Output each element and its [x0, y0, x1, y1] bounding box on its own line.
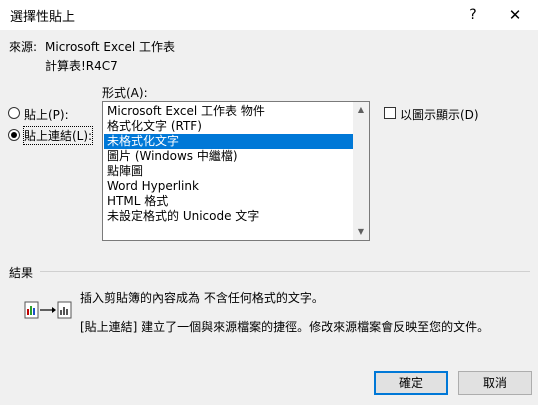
format-item[interactable]: HTML 格式 — [104, 194, 356, 209]
format-list-items: Microsoft Excel 工作表 物件 格式化文字 (RTF) 未格式化文… — [104, 104, 356, 224]
format-listbox[interactable]: Microsoft Excel 工作表 物件 格式化文字 (RTF) 未格式化文… — [102, 101, 370, 241]
format-item[interactable]: 圖片 (Windows 中繼檔) — [104, 149, 356, 164]
help-button[interactable]: ? — [458, 0, 488, 30]
ok-button[interactable]: 確定 — [374, 371, 448, 395]
format-item[interactable]: 未設定格式的 Unicode 文字 — [104, 209, 356, 224]
source-range: 計算表!R4C7 — [45, 59, 118, 73]
paste-link-radio[interactable] — [8, 129, 20, 141]
result-heading: 結果 — [9, 266, 34, 280]
format-item[interactable]: Microsoft Excel 工作表 物件 — [104, 104, 356, 119]
scroll-down-arrow-icon[interactable]: ▼ — [353, 224, 369, 240]
format-item[interactable]: 點陣圖 — [104, 164, 356, 179]
format-item[interactable]: Word Hyperlink — [104, 179, 356, 194]
source-label: 來源: — [9, 40, 38, 54]
format-item-selected[interactable]: 未格式化文字 — [104, 134, 356, 149]
display-as-icon-checkbox[interactable] — [384, 107, 396, 119]
display-as-icon-label[interactable]: 以圖示顯示(D) — [400, 106, 479, 123]
paste-label[interactable]: 貼上(P): — [24, 106, 69, 123]
result-description-line1: 插入剪貼簿的內容成為 不含任何格式的文字。 — [80, 291, 324, 305]
title-bar: 選擇性貼上 ? ✕ — [0, 0, 538, 30]
format-item[interactable]: 格式化文字 (RTF) — [104, 119, 356, 134]
paste-link-result-icon — [24, 300, 74, 320]
result-description-line2: [貼上連結] 建立了一個與來源檔案的捷徑。修改來源檔案會反映至您的文件。 — [80, 320, 490, 334]
paste-radio[interactable] — [8, 107, 20, 119]
format-list-scrollbar[interactable]: ▲ ▼ — [353, 102, 369, 240]
paste-link-label[interactable]: 貼上連結(L): — [22, 126, 94, 145]
cancel-button[interactable]: 取消 — [458, 371, 532, 395]
close-button[interactable]: ✕ — [500, 0, 530, 30]
result-divider — [40, 271, 530, 272]
format-label: 形式(A): — [102, 86, 148, 100]
scroll-up-arrow-icon[interactable]: ▲ — [353, 102, 369, 118]
source-app: Microsoft Excel 工作表 — [45, 40, 176, 54]
dialog-title: 選擇性貼上 — [10, 10, 76, 25]
